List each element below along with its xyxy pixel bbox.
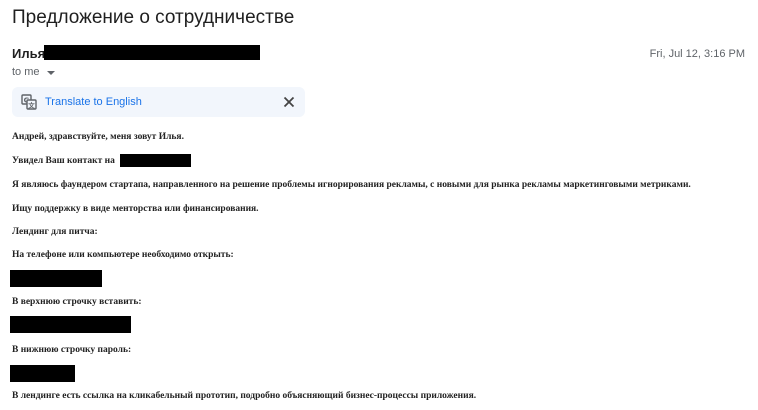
recipient-details-toggle[interactable]: to me bbox=[12, 66, 55, 78]
close-icon[interactable] bbox=[283, 96, 295, 108]
translate-icon: G 文 bbox=[21, 94, 37, 110]
translate-bar: G 文 Translate to English bbox=[12, 87, 305, 117]
login-redaction bbox=[10, 316, 131, 333]
email-date: Fri, Jul 12, 3:16 PM bbox=[649, 48, 745, 60]
body-bottom-row: В нижнюю строчку пароль: bbox=[12, 345, 132, 355]
body-landing: Лендинг для питча: bbox=[12, 227, 98, 237]
recipient-label: to me bbox=[12, 66, 40, 78]
password-redaction bbox=[10, 365, 75, 382]
sender-email-redaction bbox=[44, 45, 260, 60]
body-ask: Ищу поддержку в виде менторства или фина… bbox=[12, 204, 259, 214]
body-greeting: Андрей, здравствуйте, меня зовут Илья. bbox=[12, 132, 184, 142]
sender-name[interactable]: Илья bbox=[12, 46, 45, 61]
body-prototype: В лендинге есть ссылка на кликабельный п… bbox=[12, 391, 477, 401]
url-redaction bbox=[10, 270, 102, 287]
body-open: На телефоне или компьютере необходимо от… bbox=[12, 250, 234, 260]
translate-link[interactable]: Translate to English bbox=[45, 96, 142, 108]
email-subject: Предложение о сотрудничестве bbox=[12, 7, 295, 28]
svg-text:文: 文 bbox=[27, 100, 35, 109]
body-intro: Я являюсь фаундером стартапа, направленн… bbox=[12, 180, 691, 190]
caret-down-icon bbox=[46, 70, 55, 75]
body-contact: Увидел Ваш контакт на bbox=[12, 156, 115, 166]
contact-link-redaction bbox=[120, 154, 191, 167]
body-top-row: В верхнюю строчку вставить: bbox=[12, 297, 142, 307]
